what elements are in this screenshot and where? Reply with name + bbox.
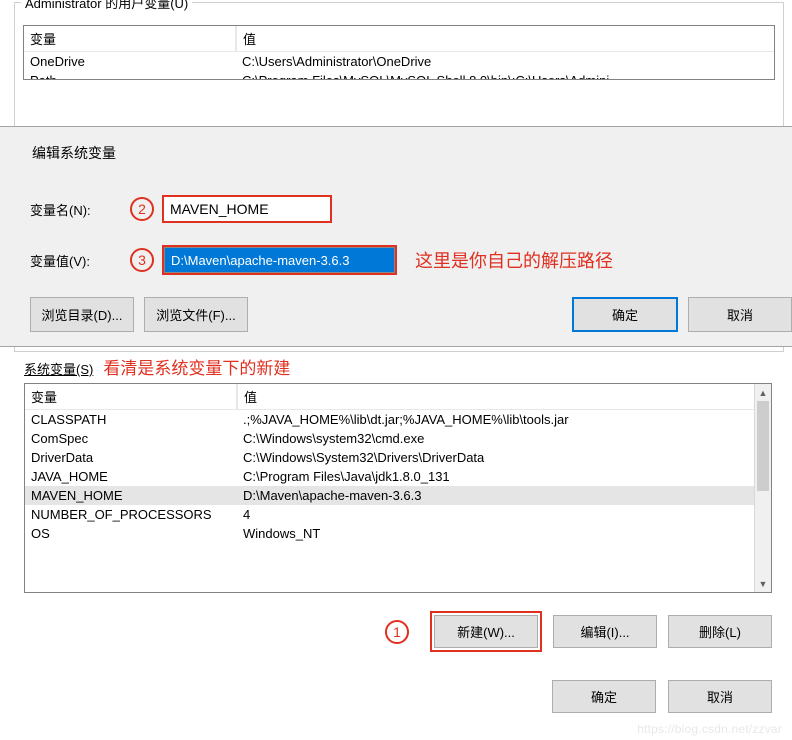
new-button-highlight: 新建(W)... xyxy=(430,611,542,652)
annotation-badge-2: 2 xyxy=(130,197,154,221)
scroll-down-icon[interactable]: ▼ xyxy=(755,575,771,592)
browse-file-button[interactable]: 浏览文件(F)... xyxy=(144,297,248,332)
table-row[interactable]: JAVA_HOME C:\Program Files\Java\jdk1.8.0… xyxy=(25,467,754,486)
variable-name-input[interactable] xyxy=(162,195,332,223)
footer-button-row: 确定 取消 xyxy=(552,680,772,713)
column-variable[interactable]: 变量 xyxy=(24,26,236,52)
edit-system-variable-dialog: 编辑系统变量 变量名(N): 2 变量值(V): 3 这里是你自己的解压路径 浏… xyxy=(0,126,792,347)
system-variables-section: 系统变量(S) 看清是系统变量下的新建 变量 值 CLASSPATH .;%JA… xyxy=(24,354,772,652)
delete-button[interactable]: 删除(L) xyxy=(668,615,772,648)
system-variables-label: 系统变量(S) xyxy=(24,359,93,378)
table-row-selected[interactable]: MAVEN_HOME D:\Maven\apache-maven-3.6.3 xyxy=(25,486,754,505)
variable-name-label: 变量名(N): xyxy=(30,200,130,219)
footer-cancel-button[interactable]: 取消 xyxy=(668,680,772,713)
cancel-button[interactable]: 取消 xyxy=(688,297,792,332)
scrollbar[interactable]: ▲ ▼ xyxy=(754,384,771,592)
user-variables-legend: Administrator 的用户变量(U) xyxy=(21,0,192,12)
variable-name-row: 变量名(N): 2 xyxy=(30,195,792,223)
sys-table-header: 变量 值 xyxy=(25,384,754,410)
edit-button[interactable]: 编辑(I)... xyxy=(553,615,657,648)
system-variables-button-row: 1 新建(W)... 编辑(I)... 删除(L) xyxy=(24,611,772,652)
table-row[interactable]: OS Windows_NT xyxy=(25,524,754,543)
column-value[interactable]: 值 xyxy=(236,26,774,52)
table-row[interactable]: NUMBER_OF_PROCESSORS 4 xyxy=(25,505,754,524)
new-button[interactable]: 新建(W)... xyxy=(434,615,538,648)
variable-value-input[interactable] xyxy=(164,247,395,273)
scroll-up-icon[interactable]: ▲ xyxy=(755,384,771,401)
value-annotation: 这里是你自己的解压路径 xyxy=(415,247,613,273)
watermark: https://blog.csdn.net/zzvar xyxy=(637,722,782,736)
table-row[interactable]: ComSpec C:\Windows\system32\cmd.exe xyxy=(25,429,754,448)
footer-ok-button[interactable]: 确定 xyxy=(552,680,656,713)
table-row[interactable]: OneDrive C:\Users\Administrator\OneDrive xyxy=(24,52,774,71)
dialog-title: 编辑系统变量 xyxy=(32,141,792,165)
user-variables-table[interactable]: 变量 值 OneDrive C:\Users\Administrator\One… xyxy=(23,25,775,80)
system-variables-table[interactable]: 变量 值 CLASSPATH .;%JAVA_HOME%\lib\dt.jar;… xyxy=(24,383,772,593)
variable-value-row: 变量值(V): 3 这里是你自己的解压路径 xyxy=(30,245,792,275)
dialog-button-row: 浏览目录(D)... 浏览文件(F)... 确定 取消 xyxy=(30,297,792,332)
column-value[interactable]: 值 xyxy=(237,384,754,410)
variable-value-label: 变量值(V): xyxy=(30,251,130,270)
annotation-badge-3: 3 xyxy=(130,248,154,272)
column-variable[interactable]: 变量 xyxy=(25,384,237,410)
table-row[interactable]: Path C:\Program Files\MySQL\MySQL Shell … xyxy=(24,71,774,80)
scroll-thumb[interactable] xyxy=(757,401,769,491)
user-table-header: 变量 值 xyxy=(24,26,774,52)
system-variables-annotation: 看清是系统变量下的新建 xyxy=(103,354,290,379)
annotation-badge-1: 1 xyxy=(385,620,409,644)
table-row[interactable]: DriverData C:\Windows\System32\Drivers\D… xyxy=(25,448,754,467)
scroll-track[interactable] xyxy=(755,401,771,575)
table-row[interactable]: CLASSPATH .;%JAVA_HOME%\lib\dt.jar;%JAVA… xyxy=(25,410,754,429)
browse-directory-button[interactable]: 浏览目录(D)... xyxy=(30,297,134,332)
ok-button[interactable]: 确定 xyxy=(572,297,678,332)
value-highlight-box xyxy=(162,245,397,275)
